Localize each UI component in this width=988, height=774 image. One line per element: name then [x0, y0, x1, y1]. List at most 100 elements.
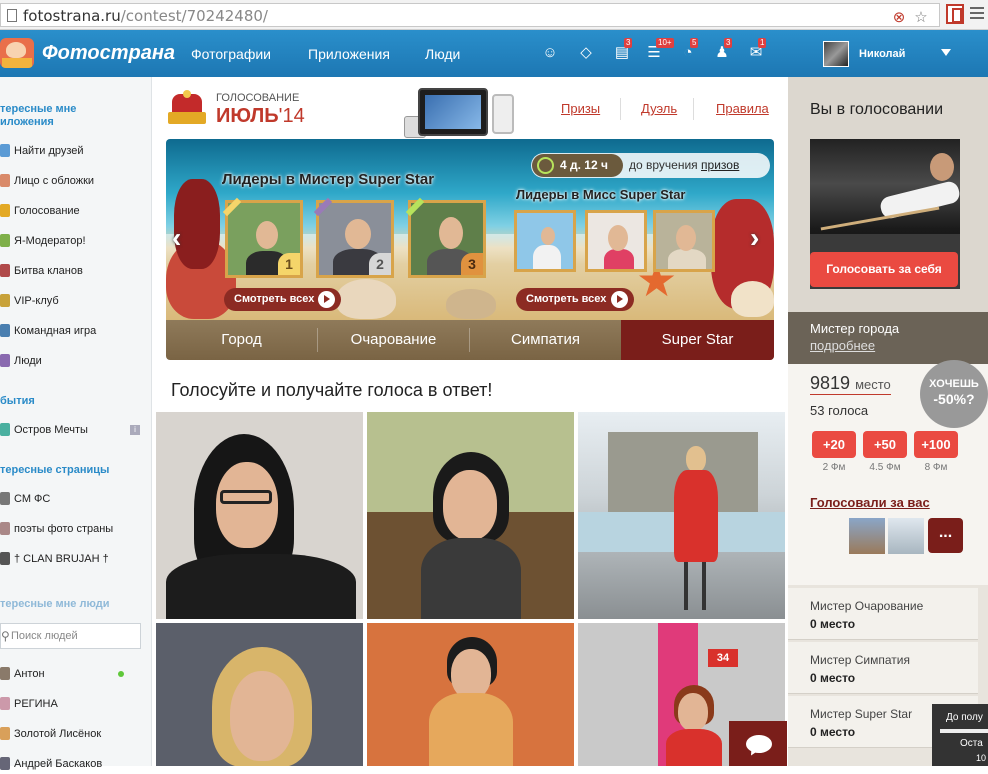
prizes-timer-link[interactable]: призов [701, 158, 739, 172]
logo[interactable]: Фотострана [42, 42, 175, 65]
tab-sympathy[interactable]: Симпатия [470, 320, 621, 360]
cover-face-icon [0, 174, 10, 187]
contestant-photo[interactable] [156, 412, 363, 619]
chat-button[interactable] [729, 721, 787, 766]
tab-city[interactable]: Город [166, 320, 317, 360]
see-all-mr-button[interactable]: Смотреть всех [224, 288, 341, 311]
tooltip-text: Оста [960, 738, 983, 749]
see-all-miss-button[interactable]: Смотреть всех [516, 288, 634, 311]
tab-charm[interactable]: Очарование [318, 320, 469, 360]
pages-heading: тересные страницы [0, 464, 110, 476]
sidebar-item-vip[interactable]: VIP-клуб [0, 291, 150, 311]
pie-badge: 5 [690, 38, 699, 48]
tab-super-star[interactable]: Super Star [621, 320, 774, 360]
contestant-photo[interactable] [367, 623, 574, 766]
tooltip-text: 10 [976, 753, 987, 763]
sidebar-item-find-friends[interactable]: Найти друзей [0, 141, 150, 161]
contestant-photo[interactable] [156, 623, 363, 766]
arrow-right-icon [611, 291, 628, 308]
position-number: 9819 [810, 373, 851, 393]
sidebar-person[interactable]: Золотой Лисёнок [0, 724, 150, 744]
mail-icon[interactable]: ✉ 1 [747, 38, 767, 62]
sidebar-item-cover-face[interactable]: Лицо с обложки [0, 171, 150, 191]
buy-20-votes-button[interactable]: +20 [812, 431, 856, 458]
sidebar-item-team-game[interactable]: Командная игра [0, 321, 150, 341]
divider [693, 98, 694, 120]
sidebar-item-label: Голосование [14, 205, 80, 217]
contestant-photo[interactable] [578, 412, 785, 619]
vote-for-self-button[interactable]: Голосовать за себя [810, 252, 958, 287]
top-navigation: Фотострана Фотографии Приложения Люди ☺ … [0, 30, 988, 77]
browser-menu-icon[interactable] [970, 7, 984, 22]
list-icon[interactable]: ☰ 10+ [645, 38, 674, 62]
nav-people[interactable]: Люди [425, 46, 460, 62]
chevron-left-icon[interactable]: ‹ [172, 222, 181, 254]
leader-miss-photo[interactable] [514, 210, 576, 272]
my-participation-card: Вы в голосовании Голосовать за себя [788, 77, 988, 312]
nav-photos[interactable]: Фотографии [191, 46, 271, 62]
pie-icon[interactable]: ◔ 5 [679, 38, 699, 62]
user-menu-caret-icon[interactable] [941, 49, 951, 56]
sidebar-item-label: Антон [14, 668, 45, 680]
leader-miss-photo[interactable] [653, 210, 715, 272]
url-field[interactable]: fotostrana.ru/contest/70242480/ ⊗ ☆ [0, 3, 940, 27]
sidebar-item-label: СМ ФС [14, 493, 51, 505]
user-avatar[interactable] [823, 41, 849, 67]
rank-badge: 2 [369, 253, 391, 275]
leader-mr-photo[interactable]: 1 [225, 200, 303, 278]
buy-100-votes-button[interactable]: +100 [914, 431, 958, 458]
prizes-devices-image[interactable] [404, 86, 524, 140]
duel-link[interactable]: Дуэль [641, 101, 677, 116]
sidebar-item-page[interactable]: † CLAN BRUJAH † [0, 549, 150, 569]
sidebar-item-voting[interactable]: Голосование [0, 201, 150, 221]
avatar [0, 757, 10, 770]
sidebar-person[interactable]: Антон [0, 664, 150, 684]
details-link[interactable]: подробнее [810, 338, 875, 353]
contestant-photo[interactable] [367, 412, 574, 619]
leader-mr-photo[interactable]: 2 [316, 200, 394, 278]
leader-mr-photo[interactable]: 3 [408, 200, 486, 278]
chevron-right-icon[interactable]: › [750, 222, 759, 254]
bookmark-extension-icon[interactable] [946, 4, 964, 24]
rules-link[interactable]: Правила [716, 101, 769, 116]
search-people-input[interactable]: ⚲ Поиск людей [0, 623, 141, 649]
sidebar-item-label: Андрей Баскаков [14, 758, 103, 770]
sidebar-item-moderator[interactable]: Я-Модератор! [0, 231, 150, 251]
timer-pill: 4 д. 12 ч [532, 154, 623, 177]
url-text[interactable]: fotostrana.ru/contest/70242480/ [23, 7, 268, 25]
logo-icon[interactable] [0, 38, 34, 68]
voter-avatar[interactable] [849, 518, 885, 554]
buy-50-votes-button[interactable]: +50 [863, 431, 907, 458]
voted-for-you-link[interactable]: Голосовали за вас [810, 495, 930, 510]
user-name[interactable]: Николай [859, 48, 905, 60]
contest-label: ГОЛОСОВАНИЕ [216, 92, 300, 104]
sidebar-item-page[interactable]: СМ ФС [0, 489, 150, 509]
more-voters-button[interactable]: ... [928, 518, 963, 553]
category-sympathy[interactable]: Мистер Симпатия 0 место [788, 642, 978, 694]
leader-miss-photo[interactable] [585, 210, 647, 272]
sidebar-item-page[interactable]: поэты фото страны [0, 519, 150, 539]
category-charm[interactable]: Мистер Очарование 0 место [788, 588, 978, 640]
sidebar-item-label: поэты фото страны [14, 523, 114, 535]
url-host: fotostrana.ru [23, 7, 121, 25]
url-path: /contest/70242480/ [120, 7, 268, 25]
sidebar-item-label: РЕГИНА [14, 698, 58, 710]
friends-icon[interactable]: ♟ 3 [713, 38, 733, 62]
discount-badge[interactable]: ХОЧЕШЬ -50%? [920, 360, 988, 428]
star-bookmark-icon[interactable]: ☆ [913, 10, 929, 26]
diamond-icon[interactable]: ◇ [577, 44, 595, 62]
voter-avatar[interactable] [888, 518, 924, 554]
sidebar-item-people[interactable]: Люди [0, 351, 150, 371]
sidebar-item-clan-battle[interactable]: Битва кланов [0, 261, 150, 281]
category-place: 0 место [810, 671, 856, 685]
news-icon[interactable]: ▤ 3 [613, 38, 633, 62]
sidebar-person[interactable]: РЕГИНА [0, 694, 150, 714]
sidebar-item-dream-island[interactable]: Остров Мечты i [0, 420, 150, 440]
smile-icon[interactable]: ☺ [541, 44, 559, 62]
sidebar-item-label: Золотой Лисёнок [14, 728, 102, 740]
nav-apps[interactable]: Приложения [308, 46, 390, 62]
sidebar-person[interactable]: Андрей Баскаков [0, 754, 150, 774]
blocked-content-icon[interactable]: ⊗ [891, 10, 907, 26]
info-icon[interactable]: i [130, 425, 140, 435]
prizes-link[interactable]: Призы [561, 101, 600, 116]
